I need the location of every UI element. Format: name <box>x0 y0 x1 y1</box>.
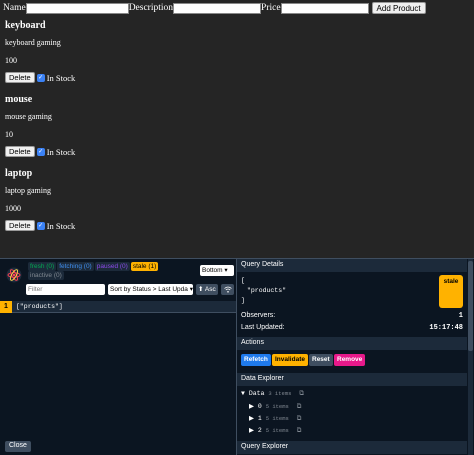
product-name: mouse <box>5 94 33 105</box>
data-explorer-header: Data Explorer <box>237 373 467 386</box>
in-stock-label: In Stock <box>46 72 76 83</box>
stale-badge: stale (1) <box>130 262 159 271</box>
product-price: 100 <box>5 56 17 65</box>
data-explorer-item[interactable]: ▶ 0 5 items ⧉ <box>249 402 301 411</box>
paused-badge: paused (0) <box>94 262 130 271</box>
status-badges: fresh (0) fetching (0) paused (0) stale (1)… <box>28 262 168 280</box>
app-area: Name Description Price Add Product keybo… <box>0 0 474 258</box>
last-updated-value: 15:17:48 <box>429 324 463 332</box>
filter-input[interactable] <box>26 284 105 295</box>
details-key-open: [ <box>241 277 245 284</box>
query-devtools-panel: fresh (0) fetching (0) paused (0) stale (1)… <box>0 258 474 455</box>
add-product-button[interactable]: Add Product <box>371 2 426 14</box>
remove-button[interactable]: Remove <box>334 354 366 366</box>
description-input[interactable] <box>173 2 262 14</box>
data-explorer-item[interactable]: ▶ 1 5 items ⧉ <box>249 414 301 423</box>
sort-direction-button[interactable]: ⬆ Asc <box>196 284 218 295</box>
product-description: laptop gaming <box>5 186 51 195</box>
data-root-label: Data <box>248 390 265 397</box>
in-stock-checkbox[interactable]: ✓ <box>36 147 45 156</box>
react-query-logo-icon[interactable] <box>6 267 22 283</box>
delete-button[interactable]: Delete <box>5 220 35 231</box>
name-label: Name <box>3 3 26 13</box>
add-product-form: Name Description Price Add Product <box>3 2 426 14</box>
scrollbar-thumb[interactable] <box>468 261 473 351</box>
sort-select-value: Sort by Status > Last Upda <box>110 286 188 293</box>
details-key-value: "products" <box>247 287 287 294</box>
refetch-button[interactable]: Refetch <box>241 354 271 366</box>
description-label: Description <box>128 3 174 13</box>
fetching-badge: fetching (0) <box>57 262 94 271</box>
query-status-badge: stale <box>439 275 463 308</box>
copy-icon[interactable]: ⧉ <box>297 427 302 434</box>
in-stock-checkbox[interactable]: ✓ <box>36 73 45 82</box>
product-actions: Delete ✓ In Stock <box>5 72 75 83</box>
product-name: laptop <box>5 168 33 179</box>
expand-right-icon: ▶ <box>249 403 254 410</box>
delete-button[interactable]: Delete <box>5 72 35 83</box>
data-explorer-root[interactable]: ▼ Data 3 items ⧉ <box>241 390 304 398</box>
observers-row: Observers: 1 <box>241 312 463 320</box>
last-updated-row: Last Updated: 15:17:48 <box>241 324 463 332</box>
name-input[interactable] <box>25 2 129 14</box>
query-list-pane: fresh (0) fetching (0) paused (0) stale (1)… <box>0 259 237 455</box>
query-details-header: Query Details <box>237 259 467 272</box>
copy-icon[interactable]: ⧉ <box>299 390 304 397</box>
expand-right-icon: ▶ <box>249 415 254 422</box>
in-stock-label: In Stock <box>46 220 76 231</box>
data-item-index: 0 <box>257 403 262 410</box>
data-item-index: 2 <box>257 427 262 434</box>
observers-value: 1 <box>458 312 463 320</box>
last-updated-label: Last Updated: <box>241 324 285 331</box>
product-actions: Delete ✓ In Stock <box>5 220 75 231</box>
query-row[interactable]: 1 ["products"] <box>0 300 236 313</box>
product-price: 1000 <box>5 204 21 213</box>
in-stock-label: In Stock <box>46 146 76 157</box>
delete-button[interactable]: Delete <box>5 146 35 157</box>
sort-select[interactable]: Sort by Status > Last Upda ▾ <box>108 284 193 295</box>
close-devtools-button[interactable]: Close <box>5 441 31 452</box>
inactive-badge: inactive (0) <box>28 271 64 280</box>
network-mode-button[interactable] <box>221 284 234 295</box>
reset-button[interactable]: Reset <box>309 354 333 366</box>
price-label: Price <box>261 3 281 13</box>
data-item-count: 5 items <box>265 415 289 422</box>
wifi-icon <box>223 286 232 293</box>
query-observer-count: 1 <box>0 300 12 313</box>
product-item: keyboard keyboard gaming 100 Delete ✓ In… <box>5 20 75 83</box>
expand-down-icon: ▼ <box>241 390 245 397</box>
query-explorer-header: Query Explorer <box>237 441 467 454</box>
details-key-close: ] <box>241 297 245 304</box>
chevron-down-icon: ▾ <box>224 267 228 274</box>
invalidate-button[interactable]: Invalidate <box>272 354 308 366</box>
expand-right-icon: ▶ <box>249 427 254 434</box>
product-description: mouse gaming <box>5 112 52 121</box>
position-select-value: Bottom <box>202 267 223 274</box>
product-item: mouse mouse gaming 10 Delete ✓ In Stock <box>5 94 75 157</box>
position-select[interactable]: Bottom ▾ <box>200 265 234 276</box>
data-item-count: 5 items <box>265 403 289 410</box>
product-description: keyboard gaming <box>5 38 61 47</box>
copy-icon[interactable]: ⧉ <box>297 415 302 422</box>
chevron-down-icon: ▾ <box>189 286 193 293</box>
data-root-count: 3 items <box>268 390 292 397</box>
data-item-index: 1 <box>257 415 262 422</box>
copy-icon[interactable]: ⧉ <box>297 403 302 410</box>
fresh-badge: fresh (0) <box>28 262 57 271</box>
product-name: keyboard <box>5 20 46 31</box>
actions-header: Actions <box>237 337 467 350</box>
in-stock-checkbox[interactable]: ✓ <box>36 221 45 230</box>
query-details-pane: Query Details [ "products" ] stale Obser… <box>237 259 474 455</box>
query-key: ["products"] <box>16 303 63 310</box>
observers-label: Observers: <box>241 312 276 319</box>
details-scrollbar[interactable] <box>468 259 473 455</box>
product-price: 10 <box>5 130 13 139</box>
price-input[interactable] <box>280 2 369 14</box>
product-item: laptop laptop gaming 1000 Delete ✓ In St… <box>5 168 75 231</box>
data-explorer-item[interactable]: ▶ 2 5 items ⧉ <box>249 426 301 435</box>
data-item-count: 5 items <box>265 427 289 434</box>
product-actions: Delete ✓ In Stock <box>5 146 75 157</box>
